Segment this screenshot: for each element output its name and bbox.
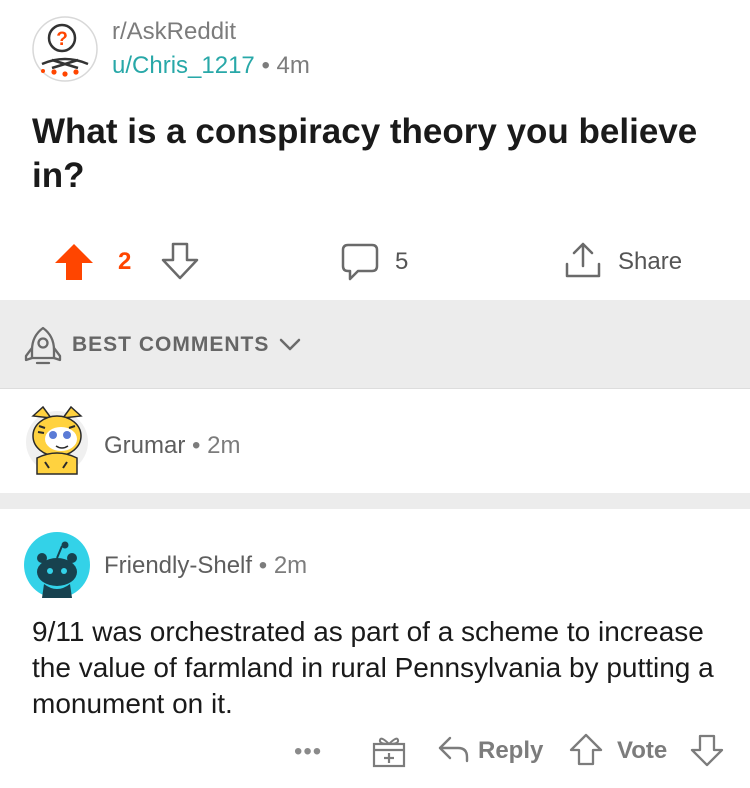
comment-author[interactable]: Grumar	[104, 432, 185, 459]
reply-icon	[438, 736, 469, 763]
svg-text:?: ?	[56, 29, 68, 50]
upvote-icon	[55, 244, 93, 280]
separator-dot: •	[192, 432, 201, 459]
share-button[interactable]	[563, 240, 603, 285]
sort-rocket-icon	[24, 326, 62, 365]
comment-upvote-button[interactable]	[569, 733, 603, 772]
award-icon	[372, 737, 406, 768]
share-icon	[565, 242, 601, 278]
comment-age: 2m	[207, 432, 241, 459]
sort-label[interactable]: BEST COMMENTS	[72, 333, 269, 357]
upvote-icon	[569, 733, 603, 766]
vote-count: 2	[118, 248, 132, 275]
share-label[interactable]: Share	[618, 248, 682, 276]
tiger-avatar-icon	[26, 405, 88, 475]
post-title[interactable]: What is a conspiracy theory you believe …	[32, 110, 712, 198]
comments-button[interactable]	[340, 242, 380, 287]
subreddit-avatar[interactable]: ?	[32, 16, 98, 82]
more-options-button[interactable]: •••	[294, 738, 322, 766]
comment-age: 2m	[273, 552, 308, 579]
comment-avatar[interactable]	[24, 532, 90, 598]
post-header	[0, 0, 750, 100]
separator-dot: •	[261, 52, 270, 79]
post-author[interactable]: u/Chris_1217	[112, 52, 255, 79]
downvote-icon	[161, 242, 199, 280]
separator-dot: •	[258, 552, 268, 579]
downvote-icon	[690, 734, 724, 767]
reply-label[interactable]: Reply	[478, 737, 543, 765]
subreddit-askreddit-icon: ?	[32, 16, 98, 82]
comment-divider	[0, 493, 750, 509]
vote-label: Vote	[617, 737, 668, 764]
post-meta: u/Chris_1217 • 4m	[112, 52, 310, 80]
snoo-avatar-icon	[24, 532, 90, 598]
comment-count: 5	[395, 248, 409, 275]
sort-dropdown-chevron[interactable]	[279, 334, 301, 359]
chevron-down-icon	[279, 338, 301, 351]
comment-body: 9/11 was orchestrated as part of a schem…	[32, 616, 714, 719]
sort-icon	[24, 326, 62, 371]
post-age: 4m	[276, 52, 310, 79]
comment-icon	[341, 243, 379, 281]
comment-avatar[interactable]	[23, 402, 91, 476]
downvote-button[interactable]	[160, 241, 200, 286]
comment-author[interactable]: Friendly-Shelf	[104, 552, 252, 579]
reply-button[interactable]	[436, 734, 470, 769]
subreddit-name[interactable]: r/AskReddit	[112, 18, 236, 46]
comment-meta: Friendly-Shelf • 2m	[104, 552, 307, 580]
comment-meta: Grumar • 2m	[104, 432, 240, 460]
award-button[interactable]	[371, 734, 407, 773]
upvote-button[interactable]	[54, 243, 94, 286]
comment-downvote-button[interactable]	[690, 733, 724, 772]
